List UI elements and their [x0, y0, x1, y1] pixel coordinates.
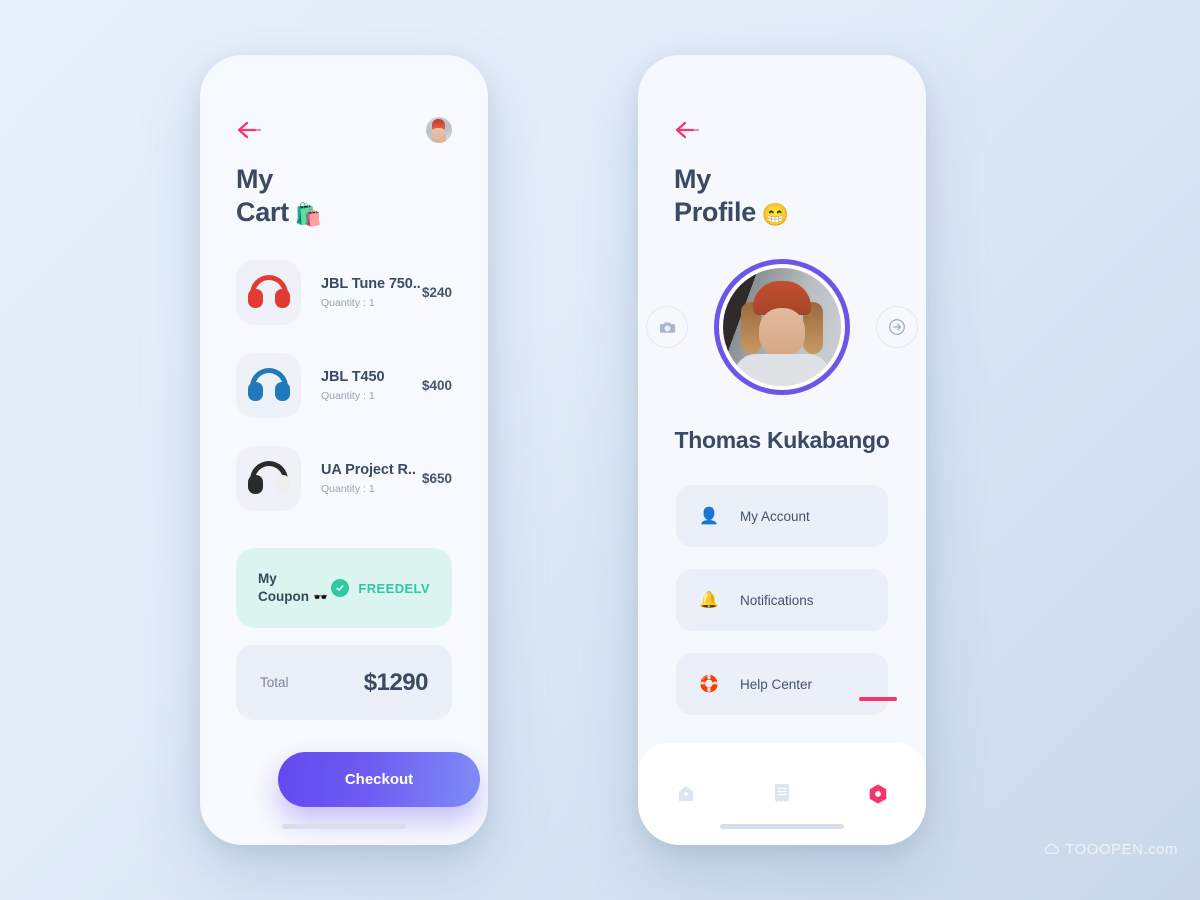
grinning-face-icon: 😁: [761, 201, 790, 227]
check-circle-icon: [331, 579, 350, 597]
total-label: Total: [260, 675, 289, 690]
menu-item-label: My Account: [740, 508, 810, 524]
page-title-line1: My: [674, 164, 711, 194]
home-indicator: [720, 824, 844, 829]
menu-item-my-account[interactable]: 👤 My Account: [676, 485, 888, 547]
hexagon-icon: [869, 784, 887, 804]
cart-item-info: UA Project R.. Quantity : 1: [301, 462, 422, 495]
coupon-label-line1: My: [258, 570, 277, 586]
page-title-line1: My: [236, 164, 273, 194]
logout-button[interactable]: [876, 306, 918, 348]
product-thumbnail: [236, 353, 301, 418]
back-arrow-svg: [237, 121, 262, 139]
life-ring-icon: 🛟: [699, 676, 719, 693]
cart-phone-frame: My Cart 🛍️ JBL Tune 750.. Quantity : 1 $2…: [200, 55, 488, 845]
menu-item-label: Help Center: [740, 676, 813, 692]
cart-item-quantity: Quantity : 1: [321, 297, 375, 309]
sunglasses-icon: 🕶️: [312, 590, 328, 604]
cart-item-price: $400: [421, 378, 452, 393]
cart-item-price: $650: [421, 471, 452, 486]
receipt-icon: [775, 784, 789, 802]
total-card: Total $1290: [236, 645, 452, 720]
profile-avatar-photo: [723, 268, 841, 386]
person-icon: 👤: [699, 508, 719, 525]
menu-item-label: Notifications: [740, 592, 814, 608]
home-icon: [679, 786, 693, 801]
profile-screen: My Profile 😁 Thomas Kukabango 👤 My Accou…: [638, 55, 926, 845]
coupon-label-line2: Coupon: [258, 589, 309, 604]
profile-topbar: [674, 113, 890, 147]
cart-item-row[interactable]: JBL Tune 750.. Quantity : 1 $240: [236, 260, 452, 325]
cart-item-list: JBL Tune 750.. Quantity : 1 $240 JBL T45…: [236, 260, 452, 539]
page-title: My Cart 🛍️: [236, 163, 322, 229]
shopping-bags-icon: 🛍️: [294, 201, 322, 227]
back-arrow-icon[interactable]: [674, 119, 704, 141]
cart-item-name: UA Project R..: [321, 462, 416, 478]
watermark-text: TOOOPEN.com: [1065, 841, 1178, 858]
cart-item-row[interactable]: JBL T450 Quantity : 1 $400: [236, 353, 452, 418]
cart-item-quantity: Quantity : 1: [321, 483, 375, 495]
headphones-icon: [247, 460, 290, 497]
back-arrow-svg: [675, 121, 700, 139]
page-title-line2: Profile: [674, 196, 756, 227]
home-indicator: [282, 824, 406, 829]
cart-topbar: [236, 113, 452, 147]
cart-item-name: JBL T450: [321, 369, 385, 385]
coupon-code: FREEDELV: [358, 580, 430, 596]
profile-phone-frame: My Profile 😁 Thomas Kukabango 👤 My Accou…: [638, 55, 926, 845]
cart-item-info: JBL Tune 750.. Quantity : 1: [301, 276, 422, 309]
cloud-icon: [1044, 843, 1059, 854]
cart-item-name: JBL Tune 750..: [321, 276, 421, 292]
camera-icon: [659, 321, 675, 333]
back-arrow-icon[interactable]: [236, 119, 266, 141]
avatar-section: [638, 259, 926, 395]
headphones-icon: [247, 274, 290, 311]
checkout-button[interactable]: Checkout: [278, 752, 480, 807]
profile-menu: 👤 My Account 🔔 Notifications 🛟 Help Cent…: [676, 485, 888, 737]
tab-profile[interactable]: [830, 697, 926, 845]
cart-item-quantity: Quantity : 1: [321, 390, 375, 402]
menu-item-help-center[interactable]: 🛟 Help Center: [676, 653, 888, 715]
coupon-label: My Coupon 🕶️: [258, 570, 328, 606]
watermark: TOOOPEN.com: [1043, 841, 1178, 858]
coupon-status: FREEDELV: [331, 579, 430, 597]
bell-icon: 🔔: [699, 592, 719, 609]
tab-home[interactable]: [638, 743, 734, 845]
menu-item-notifications[interactable]: 🔔 Notifications: [676, 569, 888, 631]
avatar[interactable]: [426, 117, 452, 143]
cart-item-row[interactable]: UA Project R.. Quantity : 1 $650: [236, 446, 452, 511]
active-tab-indicator: [859, 697, 897, 701]
camera-button[interactable]: [646, 306, 688, 348]
page-title-line2: Cart: [236, 196, 289, 227]
arrow-circle-right-icon: [889, 319, 905, 335]
profile-name: Thomas Kukabango: [674, 427, 890, 453]
product-thumbnail: [236, 260, 301, 325]
profile-avatar[interactable]: [714, 259, 850, 395]
headphones-icon: [247, 367, 290, 404]
product-thumbnail: [236, 446, 301, 511]
cart-item-price: $240: [421, 285, 452, 300]
tab-orders[interactable]: [734, 743, 830, 845]
cart-screen: My Cart 🛍️ JBL Tune 750.. Quantity : 1 $2…: [200, 55, 488, 845]
cart-item-info: JBL T450 Quantity : 1: [301, 369, 422, 402]
page-title: My Profile 😁: [674, 163, 789, 229]
coupon-card[interactable]: My Coupon 🕶️ FREEDELV: [236, 548, 452, 628]
total-value: $1290: [363, 668, 429, 696]
bottom-tab-bar: [638, 697, 926, 845]
